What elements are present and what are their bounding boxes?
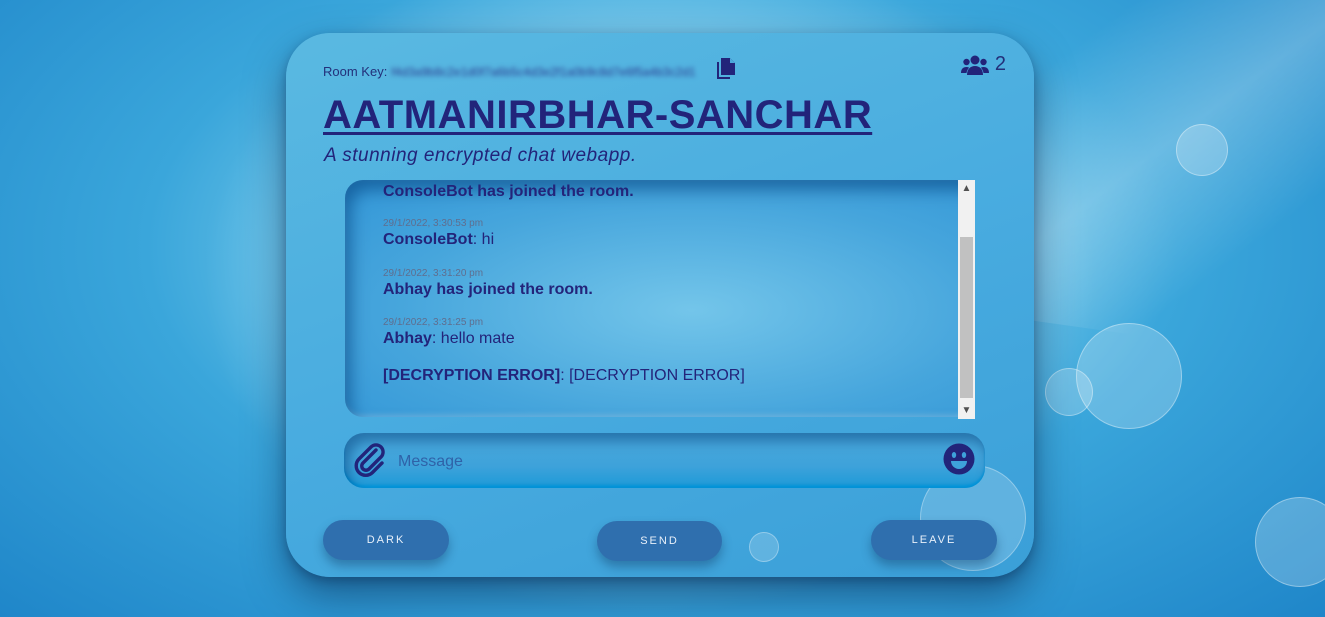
users-icon (960, 55, 989, 75)
message-composer (344, 433, 985, 488)
message-item: ConsoleBot has joined the room. (383, 182, 634, 202)
room-key-label: Room Key: (323, 64, 388, 79)
background-bubble (1255, 497, 1325, 587)
message-timestamp: 29/1/2022, 3:31:25 pm (383, 317, 484, 328)
message-sender: ConsoleBot has joined the room. (383, 183, 634, 200)
message-item: 29/1/2022, 3:30:53 pm ConsoleBot: hi (383, 218, 494, 250)
leave-button[interactable]: LEAVE (871, 520, 997, 560)
smiley-icon (943, 443, 975, 475)
dark-mode-button[interactable]: DARK (323, 520, 449, 560)
emoji-picker-button[interactable] (943, 443, 975, 475)
message-item: 29/1/2022, 3:31:25 pm Abhay: hello mate (383, 317, 515, 349)
message-timestamp: 29/1/2022, 3:31:20 pm (383, 268, 484, 279)
message-item: [DECRYPTION ERROR]: [DECRYPTION ERROR] (383, 366, 745, 386)
background-bubble (1076, 323, 1182, 429)
online-users: 2 (960, 53, 1006, 76)
message-sender: Abhay has joined the room. (383, 281, 593, 298)
room-key: Room Key: f4d3a9b8c2e1d0f7a6b5c4d3e2f1a0… (323, 64, 703, 79)
card-bubble (749, 532, 779, 562)
message-timestamp: 29/1/2022, 3:30:53 pm (383, 218, 484, 229)
message-input[interactable] (396, 446, 940, 478)
message-item: 29/1/2022, 3:31:20 pm Abhay has joined t… (383, 268, 593, 300)
message-sender: Abhay (383, 330, 432, 347)
message-list: ConsoleBot has joined the room. 29/1/202… (383, 180, 943, 417)
attach-file-button[interactable] (352, 441, 388, 477)
background-bubble (1176, 124, 1228, 176)
scroll-thumb[interactable] (960, 237, 973, 398)
copy-room-key-button[interactable] (714, 56, 738, 82)
chat-messages-panel[interactable]: ConsoleBot has joined the room. 29/1/202… (345, 180, 975, 417)
send-button[interactable]: SEND (597, 521, 722, 561)
scroll-up-arrow-icon[interactable]: ▲ (958, 180, 975, 197)
room-key-value[interactable]: f4d3a9b8c2e1d0f7a6b5c4d3e2f1a0b9c8d7e6f5… (391, 65, 703, 79)
message-text: : [DECRYPTION ERROR] (560, 367, 745, 384)
user-count: 2 (994, 53, 1006, 75)
paperclip-icon (354, 443, 385, 477)
scroll-down-arrow-icon[interactable]: ▼ (958, 402, 975, 419)
page-subtitle: A stunning encrypted chat webapp. (324, 145, 637, 166)
chat-scrollbar[interactable]: ▲ ▼ (958, 180, 975, 419)
message-sender: [DECRYPTION ERROR] (383, 367, 561, 384)
message-text: : hello mate (431, 330, 515, 347)
page-title: AATMANIRBHAR-SANCHAR (323, 93, 873, 137)
message-text: : hi (472, 231, 495, 248)
chat-card: Room Key: f4d3a9b8c2e1d0f7a6b5c4d3e2f1a0… (286, 33, 1034, 577)
copy-icon (717, 58, 735, 79)
message-sender: ConsoleBot (383, 231, 473, 248)
background-bubble (1045, 368, 1093, 416)
